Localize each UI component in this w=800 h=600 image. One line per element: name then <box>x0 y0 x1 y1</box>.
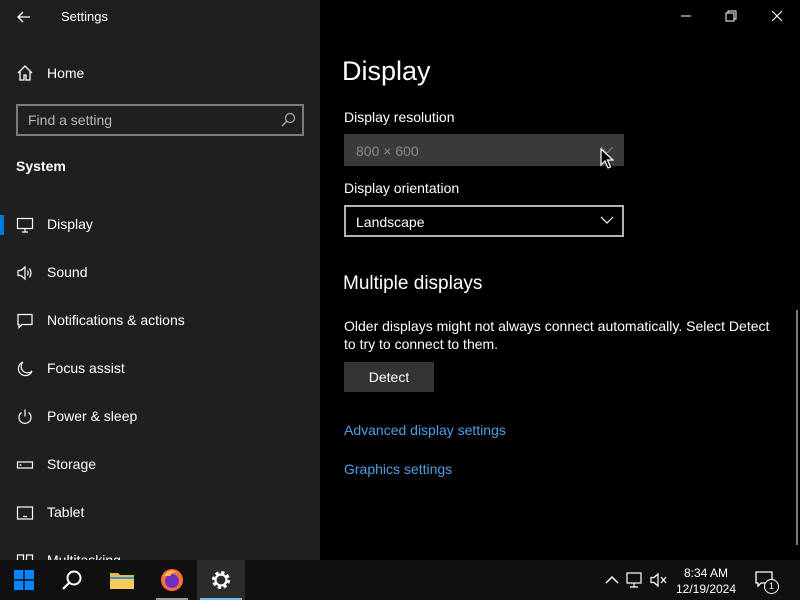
sidebar-item-storage[interactable]: Storage <box>0 445 320 485</box>
sidebar-item-label: Display <box>47 216 93 232</box>
section-title: System <box>16 158 66 174</box>
mouse-cursor-icon <box>600 148 614 169</box>
chevron-down-icon <box>600 216 614 224</box>
file-explorer-icon <box>110 573 134 589</box>
notification-icon <box>17 313 33 329</box>
sidebar-item-label: Notifications & actions <box>47 312 185 328</box>
action-center-button[interactable]: 1 <box>754 570 779 594</box>
orientation-value: Landscape <box>356 214 425 230</box>
search-placeholder: Find a setting <box>28 112 113 128</box>
resolution-dropdown: 800 × 600 <box>344 134 624 166</box>
network-tray-button[interactable] <box>626 570 644 590</box>
multiple-displays-heading: Multiple displays <box>343 273 483 294</box>
page-title: Display <box>342 56 431 86</box>
sidebar-item-sound[interactable]: Sound <box>0 253 320 293</box>
minimize-button[interactable] <box>674 6 698 26</box>
back-button[interactable] <box>14 7 34 27</box>
app-title: Settings <box>61 9 108 24</box>
back-arrow-icon <box>17 11 30 23</box>
restore-button[interactable] <box>719 6 743 26</box>
sidebar: Settings Home Find a setting System Disp… <box>0 0 320 560</box>
sidebar-item-label: Focus assist <box>47 360 125 376</box>
tablet-icon <box>16 506 34 520</box>
multitasking-icon <box>16 554 34 560</box>
volume-muted-icon <box>650 572 667 588</box>
selection-indicator <box>0 215 4 235</box>
sidebar-item-label: Tablet <box>47 504 85 520</box>
search-icon <box>62 570 82 590</box>
notification-count-badge: 1 <box>764 579 779 594</box>
close-button[interactable] <box>765 6 789 26</box>
chevron-up-icon <box>605 575 619 584</box>
sidebar-item-notifications[interactable]: Notifications & actions <box>0 301 320 341</box>
speaker-icon <box>17 265 32 281</box>
start-button[interactable] <box>0 560 48 600</box>
clock[interactable]: 8:34 AM 12/19/2024 <box>670 565 742 597</box>
home-nav-item[interactable]: Home <box>0 58 320 88</box>
sidebar-item-label: Power & sleep <box>47 408 138 424</box>
settings-gear-icon <box>212 571 230 589</box>
monitor-icon <box>16 217 34 233</box>
sidebar-item-display[interactable]: Display <box>0 205 320 245</box>
storage-icon <box>16 461 34 469</box>
sidebar-item-label: Storage <box>47 456 97 472</box>
orientation-dropdown[interactable]: Landscape <box>344 205 624 237</box>
close-icon <box>771 10 783 22</box>
advanced-display-settings-link[interactable]: Advanced display settings <box>344 422 506 438</box>
settings-taskbar-button[interactable] <box>197 560 245 600</box>
moon-icon <box>17 361 33 377</box>
volume-tray-button[interactable] <box>650 570 668 590</box>
start-icon <box>14 570 34 590</box>
clock-date: 12/19/2024 <box>675 582 737 596</box>
sidebar-item-label: Multitasking <box>47 552 121 560</box>
power-icon <box>18 409 32 424</box>
search-icon[interactable] <box>280 112 296 128</box>
graphics-settings-link[interactable]: Graphics settings <box>344 461 452 477</box>
firefox-button[interactable] <box>148 560 196 600</box>
sidebar-item-label: Sound <box>47 264 88 280</box>
detect-button[interactable]: Detect <box>344 362 434 392</box>
resolution-label: Display resolution <box>344 109 455 125</box>
scrollbar[interactable] <box>796 310 798 545</box>
minimize-icon <box>681 15 691 17</box>
file-explorer-button[interactable] <box>98 560 146 600</box>
restore-icon <box>725 10 737 22</box>
show-hidden-icons-button[interactable] <box>603 570 621 590</box>
home-icon <box>17 65 33 81</box>
sidebar-item-focus-assist[interactable]: Focus assist <box>0 349 320 389</box>
orientation-label: Display orientation <box>344 180 460 196</box>
clock-time: 8:34 AM <box>683 566 729 580</box>
sidebar-item-tablet[interactable]: Tablet <box>0 493 320 533</box>
firefox-icon <box>161 569 183 591</box>
sidebar-item-power-sleep[interactable]: Power & sleep <box>0 397 320 437</box>
multiple-displays-description: Older displays might not always connect … <box>344 318 770 352</box>
search-box[interactable]: Find a setting <box>16 104 304 136</box>
home-label: Home <box>47 65 85 81</box>
taskbar-search-button[interactable] <box>48 560 96 600</box>
network-icon <box>626 572 642 588</box>
sidebar-item-multitasking[interactable]: Multitasking <box>0 541 320 560</box>
resolution-value: 800 × 600 <box>356 143 419 159</box>
